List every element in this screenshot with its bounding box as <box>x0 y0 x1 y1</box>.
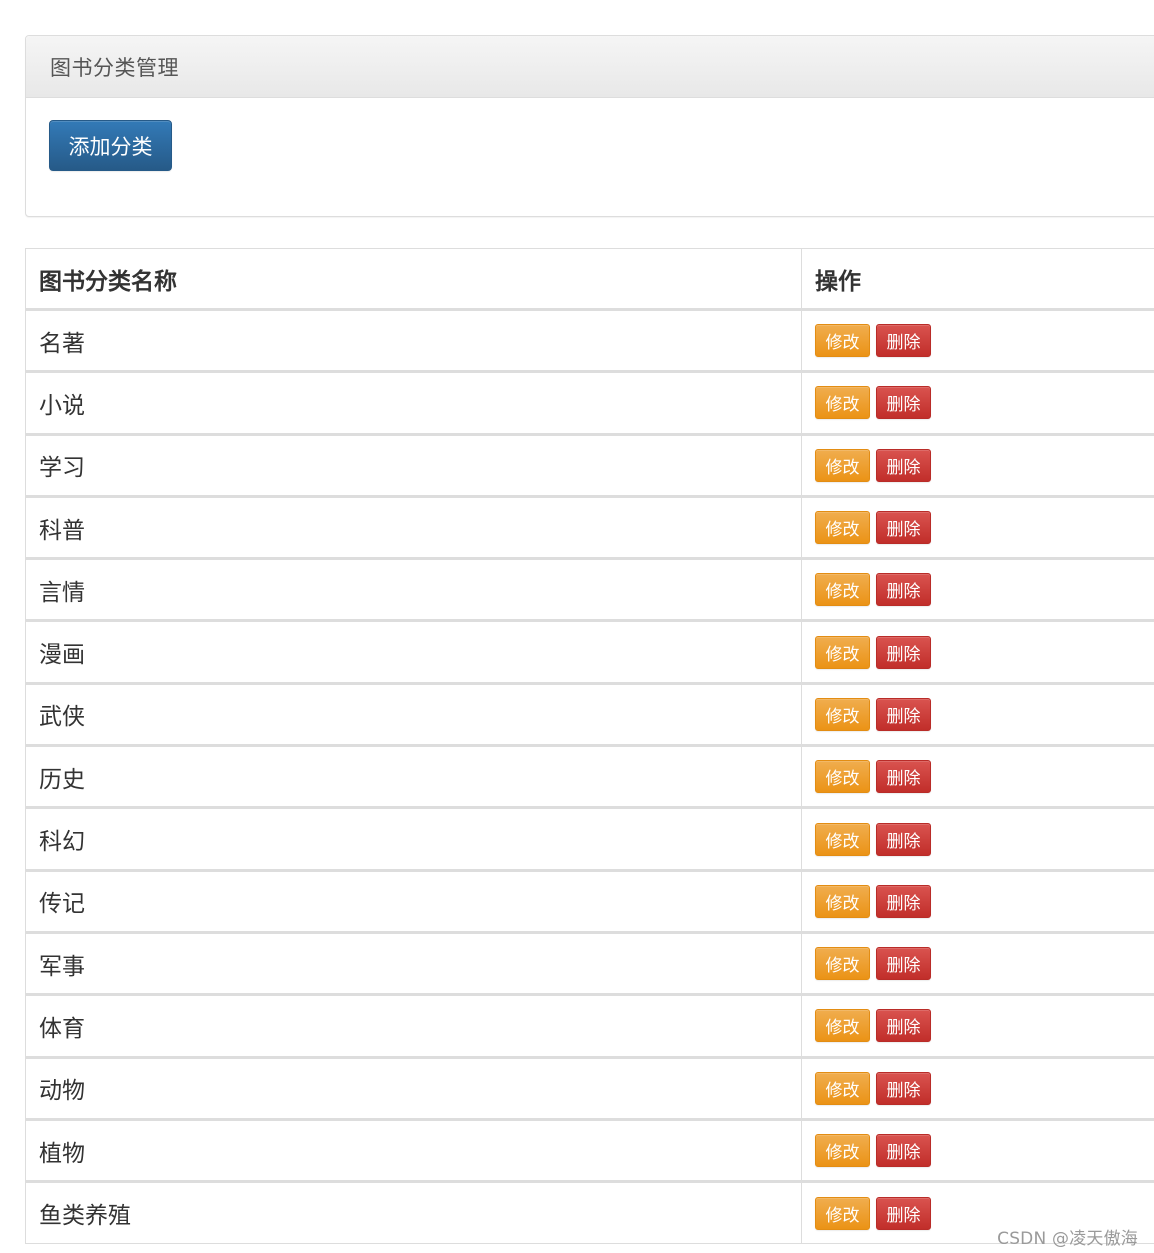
edit-button[interactable]: 修改 <box>815 1009 870 1043</box>
edit-button[interactable]: 修改 <box>815 386 870 420</box>
category-name-cell: 传记 <box>25 868 802 933</box>
operations-cell: 修改 删除 <box>801 619 1154 684</box>
delete-button[interactable]: 删除 <box>876 1134 931 1167</box>
operations-cell: 修改 删除 <box>801 930 1154 996</box>
operations-cell: 修改 删除 <box>801 307 1154 373</box>
delete-button[interactable]: 删除 <box>876 1196 931 1230</box>
table-row: 鱼类养殖 修改 删除 <box>25 1180 1154 1245</box>
header-operations: 操作 <box>801 248 1154 311</box>
edit-button[interactable]: 修改 <box>815 760 870 794</box>
row-actions: 修改 删除 <box>815 635 1152 669</box>
row-actions: 修改 删除 <box>815 1134 1152 1167</box>
edit-button[interactable]: 修改 <box>815 947 870 981</box>
row-actions: 修改 删除 <box>815 697 1152 731</box>
delete-button[interactable]: 删除 <box>876 324 931 358</box>
category-name-cell: 科普 <box>25 494 802 560</box>
delete-button[interactable]: 删除 <box>876 511 931 545</box>
category-name-cell: 动物 <box>25 1055 802 1120</box>
operations-cell: 修改 删除 <box>801 370 1154 435</box>
delete-button[interactable]: 删除 <box>876 697 931 731</box>
row-actions: 修改 删除 <box>815 760 1152 794</box>
page: 图书分类管理 添加分类 图书分类名称 操作 名著 修改 删除 小说 修改 删除 … <box>0 0 1154 1253</box>
delete-button[interactable]: 删除 <box>876 386 931 420</box>
edit-button[interactable]: 修改 <box>815 511 870 545</box>
delete-button[interactable]: 删除 <box>876 448 931 482</box>
table-row: 学习 修改 删除 <box>25 432 1154 497</box>
table-row: 传记 修改 删除 <box>25 868 1154 933</box>
table-row: 历史 修改 删除 <box>25 744 1154 809</box>
row-actions: 修改 删除 <box>815 511 1152 545</box>
header-category-name: 图书分类名称 <box>25 248 802 311</box>
edit-button[interactable]: 修改 <box>815 1071 870 1105</box>
operations-cell: 修改 删除 <box>801 1055 1154 1120</box>
category-name-cell: 历史 <box>25 744 802 809</box>
delete-button[interactable]: 删除 <box>876 822 931 856</box>
table-body: 名著 修改 删除 小说 修改 删除 学习 修改 删除 科普 修改 删除 言情 修… <box>25 307 1154 1245</box>
edit-button[interactable]: 修改 <box>815 1134 870 1167</box>
operations-cell: 修改 删除 <box>801 868 1154 933</box>
operations-cell: 修改 删除 <box>801 432 1154 497</box>
category-name-cell: 漫画 <box>25 619 802 684</box>
operations-cell: 修改 删除 <box>801 744 1154 809</box>
table-row: 科幻 修改 删除 <box>25 806 1154 871</box>
operations-cell: 修改 删除 <box>801 681 1154 747</box>
row-actions: 修改 删除 <box>815 822 1152 856</box>
category-name-cell: 名著 <box>25 307 802 373</box>
table-row: 名著 修改 删除 <box>25 307 1154 373</box>
category-name-cell: 学习 <box>25 432 802 497</box>
delete-button[interactable]: 删除 <box>876 884 931 918</box>
edit-button[interactable]: 修改 <box>815 448 870 482</box>
table-row: 言情 修改 删除 <box>25 557 1154 622</box>
edit-button[interactable]: 修改 <box>815 324 870 358</box>
category-management-panel: 图书分类管理 添加分类 <box>25 35 1154 217</box>
category-name-cell: 鱼类养殖 <box>25 1180 802 1245</box>
edit-button[interactable]: 修改 <box>815 635 870 669</box>
delete-button[interactable]: 删除 <box>876 1009 931 1043</box>
operations-cell: 修改 删除 <box>801 557 1154 622</box>
category-table: 图书分类名称 操作 名著 修改 删除 小说 修改 删除 学习 修改 删除 科普 … <box>25 248 1154 1245</box>
category-name-cell: 武侠 <box>25 681 802 747</box>
watermark: CSDN @凌天傲海 <box>997 1229 1138 1249</box>
table-row: 武侠 修改 删除 <box>25 681 1154 747</box>
table-row: 科普 修改 删除 <box>25 494 1154 560</box>
add-category-button[interactable]: 添加分类 <box>49 120 172 171</box>
row-actions: 修改 删除 <box>815 448 1152 482</box>
panel-heading: 图书分类管理 <box>26 36 1154 98</box>
category-name-cell: 植物 <box>25 1117 802 1183</box>
category-name-cell: 小说 <box>25 370 802 435</box>
table-row: 军事 修改 删除 <box>25 930 1154 996</box>
category-name-cell: 言情 <box>25 557 802 622</box>
edit-button[interactable]: 修改 <box>815 822 870 856</box>
operations-cell: 修改 删除 <box>801 806 1154 871</box>
row-actions: 修改 删除 <box>815 386 1152 420</box>
panel-title: 图书分类管理 <box>50 55 179 80</box>
operations-cell: 修改 删除 <box>801 494 1154 560</box>
row-actions: 修改 删除 <box>815 573 1152 607</box>
operations-cell: 修改 删除 <box>801 1117 1154 1183</box>
row-actions: 修改 删除 <box>815 324 1152 358</box>
row-actions: 修改 删除 <box>815 1071 1152 1105</box>
row-actions: 修改 删除 <box>815 947 1152 981</box>
category-name-cell: 体育 <box>25 993 802 1058</box>
table-row: 小说 修改 删除 <box>25 370 1154 435</box>
delete-button[interactable]: 删除 <box>876 1071 931 1105</box>
edit-button[interactable]: 修改 <box>815 1196 870 1230</box>
category-name-cell: 军事 <box>25 930 802 996</box>
operations-cell: 修改 删除 <box>801 993 1154 1058</box>
row-actions: 修改 删除 <box>815 884 1152 918</box>
category-name-cell: 科幻 <box>25 806 802 871</box>
delete-button[interactable]: 删除 <box>876 573 931 607</box>
edit-button[interactable]: 修改 <box>815 697 870 731</box>
table-row: 植物 修改 删除 <box>25 1117 1154 1183</box>
delete-button[interactable]: 删除 <box>876 947 931 981</box>
edit-button[interactable]: 修改 <box>815 573 870 607</box>
edit-button[interactable]: 修改 <box>815 884 870 918</box>
row-actions: 修改 删除 <box>815 1009 1152 1043</box>
delete-button[interactable]: 删除 <box>876 635 931 669</box>
delete-button[interactable]: 删除 <box>876 760 931 794</box>
table-row: 动物 修改 删除 <box>25 1055 1154 1120</box>
table-row: 体育 修改 删除 <box>25 993 1154 1058</box>
table-row: 漫画 修改 删除 <box>25 619 1154 684</box>
table-header-row: 图书分类名称 操作 <box>25 248 1154 311</box>
